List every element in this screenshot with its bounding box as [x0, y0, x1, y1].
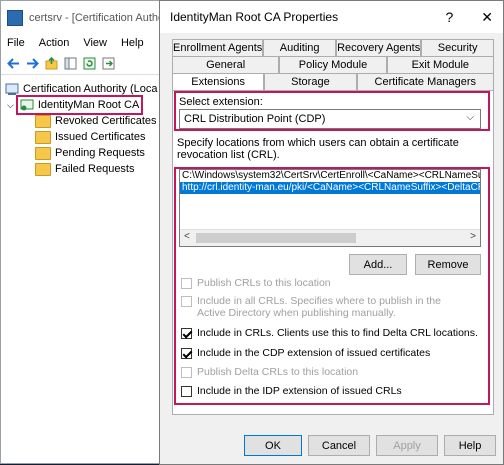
ca-server-icon	[5, 83, 19, 95]
apply-button[interactable]: Apply	[376, 435, 438, 456]
tree-node-pending-requests[interactable]: Pending Requests	[5, 145, 173, 161]
tab-row-3: Extensions Storage Certificate Managers	[172, 73, 494, 90]
checkbox[interactable]	[181, 367, 192, 378]
tab-storage[interactable]: Storage	[264, 73, 357, 90]
tab-enrollment-agents[interactable]: Enrollment Agents	[172, 39, 264, 56]
option-include-cdp[interactable]: Include in the CDP extension of issued c…	[181, 347, 430, 359]
tree-label: Failed Requests	[55, 163, 135, 175]
chevron-down-icon: ⌵	[466, 112, 474, 123]
mmc-title-bar: certsrv - [Certification Autho	[1, 1, 173, 34]
cancel-button[interactable]: Cancel	[308, 435, 370, 456]
mmc-menubar: File Action View Help	[1, 34, 173, 52]
tab-exit-module[interactable]: Exit Module	[386, 56, 494, 73]
forward-arrow-icon[interactable]	[26, 57, 39, 70]
remove-button[interactable]: Remove	[415, 254, 481, 275]
option-label: Include in the IDP extension of issued C…	[197, 385, 402, 397]
chevron-down-icon[interactable]: ⌵	[7, 97, 14, 113]
tab-row-1: Enrollment Agents Auditing Recovery Agen…	[172, 39, 494, 56]
tree-label: Revoked Certificates	[55, 115, 157, 127]
up-folder-icon[interactable]	[45, 56, 58, 70]
option-label: Include in all CRLs. Specifies where to …	[197, 295, 441, 319]
scroll-right-icon[interactable]: >	[470, 231, 476, 242]
refresh-icon[interactable]	[83, 57, 96, 70]
ca-certificate-icon	[20, 99, 34, 111]
tree-node-revoked-certificates[interactable]: Revoked Certificates	[5, 113, 173, 129]
option-publish-crls[interactable]: Publish CRLs to this location	[181, 277, 331, 289]
tab-general[interactable]: General	[172, 56, 280, 73]
folder-icon	[35, 114, 51, 128]
select-extension-label: Select extension:	[179, 96, 263, 108]
show-hide-tree-icon[interactable]	[64, 57, 77, 70]
scroll-left-icon[interactable]: <	[184, 231, 190, 242]
menu-action[interactable]: Action	[39, 37, 70, 49]
tree-node-failed-requests[interactable]: Failed Requests	[5, 161, 173, 177]
checkbox[interactable]	[181, 348, 192, 359]
tab-certificate-managers[interactable]: Certificate Managers	[356, 73, 494, 90]
option-include-all-crls[interactable]: Include in all CRLs. Specifies where to …	[181, 295, 471, 319]
folder-icon	[35, 146, 51, 160]
tab-auditing[interactable]: Auditing	[263, 39, 337, 56]
option-include-in-crls[interactable]: Include in CRLs. Clients use this to fin…	[181, 327, 478, 339]
checkbox[interactable]	[181, 328, 192, 339]
menu-file[interactable]: File	[7, 37, 25, 49]
option-label: Publish Delta CRLs to this location	[197, 366, 359, 378]
folder-icon	[35, 130, 51, 144]
extension-select-value: CRL Distribution Point (CDP)	[184, 113, 326, 125]
location-item-selected[interactable]: http://crl.identity-man.eu/pki/<CaName><…	[180, 182, 480, 194]
description-text: Specify locations from which users can o…	[177, 137, 459, 161]
tab-strip: Enrollment Agents Auditing Recovery Agen…	[172, 39, 494, 90]
add-button[interactable]: Add...	[349, 254, 407, 275]
folder-icon	[35, 162, 51, 176]
option-label: Publish CRLs to this location	[197, 277, 331, 289]
tree-node-issued-certificates[interactable]: Issued Certificates	[5, 129, 173, 145]
close-icon[interactable]: ✕	[481, 9, 493, 26]
back-arrow-icon[interactable]	[7, 57, 20, 70]
scroll-thumb[interactable]	[196, 233, 356, 243]
tab-extensions[interactable]: Extensions	[172, 73, 265, 90]
certsrv-window: certsrv - [Certification Autho File Acti…	[0, 0, 174, 464]
horizontal-scrollbar[interactable]: < >	[180, 229, 480, 246]
checkbox[interactable]	[181, 386, 192, 397]
extensions-panel: Select extension: CRL Distribution Point…	[172, 90, 494, 415]
certsrv-app-icon	[7, 9, 23, 26]
tab-security[interactable]: Security	[421, 39, 494, 56]
option-label: Include in the CDP extension of issued c…	[197, 347, 431, 359]
ok-button[interactable]: OK	[244, 435, 302, 456]
option-include-idp[interactable]: Include in the IDP extension of issued C…	[181, 385, 402, 397]
extension-select[interactable]: CRL Distribution Point (CDP) ⌵	[179, 109, 481, 129]
tree-label: IdentityMan Root CA	[37, 99, 140, 111]
locations-listbox[interactable]: C:\Windows\system32\CertSrv\CertEnroll\<…	[179, 169, 481, 247]
tab-row-2: General Policy Module Exit Module	[172, 56, 494, 73]
ca-properties-dialog: IdentityMan Root CA Properties ? ✕ Enrol…	[159, 0, 504, 465]
help-icon[interactable]: ?	[445, 9, 453, 26]
menu-help[interactable]: Help	[121, 37, 144, 49]
checkbox[interactable]	[181, 296, 192, 307]
help-button[interactable]: Help	[444, 435, 496, 456]
tree-label: Issued Certificates	[55, 131, 146, 143]
console-tree: Certification Authority (Loca ⌵ Identity…	[1, 75, 173, 177]
export-list-icon[interactable]	[102, 57, 115, 70]
option-label: Include in CRLs. Clients use this to fin…	[197, 327, 478, 339]
mmc-toolbar	[1, 52, 173, 75]
tree-node-certification-authority[interactable]: Certification Authority (Loca	[5, 81, 173, 97]
tab-recovery-agents[interactable]: Recovery Agents	[336, 39, 422, 56]
dialog-title: IdentityMan Root CA Properties	[170, 10, 339, 24]
option-publish-delta-crls[interactable]: Publish Delta CRLs to this location	[181, 366, 358, 378]
tree-node-identityman-root-ca[interactable]: ⌵ IdentityMan Root CA	[5, 95, 173, 115]
tree-label: Pending Requests	[55, 147, 145, 159]
mmc-title: certsrv - [Certification Autho	[29, 11, 165, 24]
dialog-title-bar: IdentityMan Root CA Properties ? ✕	[160, 1, 503, 33]
checkbox[interactable]	[181, 278, 192, 289]
location-item[interactable]: C:\Windows\system32\CertSrv\CertEnroll\<…	[180, 170, 480, 182]
root-ca-highlight: IdentityMan Root CA	[15, 95, 144, 115]
tab-policy-module[interactable]: Policy Module	[279, 56, 387, 73]
tree-label: Certification Authority (Loca	[23, 83, 158, 95]
menu-view[interactable]: View	[83, 37, 107, 49]
